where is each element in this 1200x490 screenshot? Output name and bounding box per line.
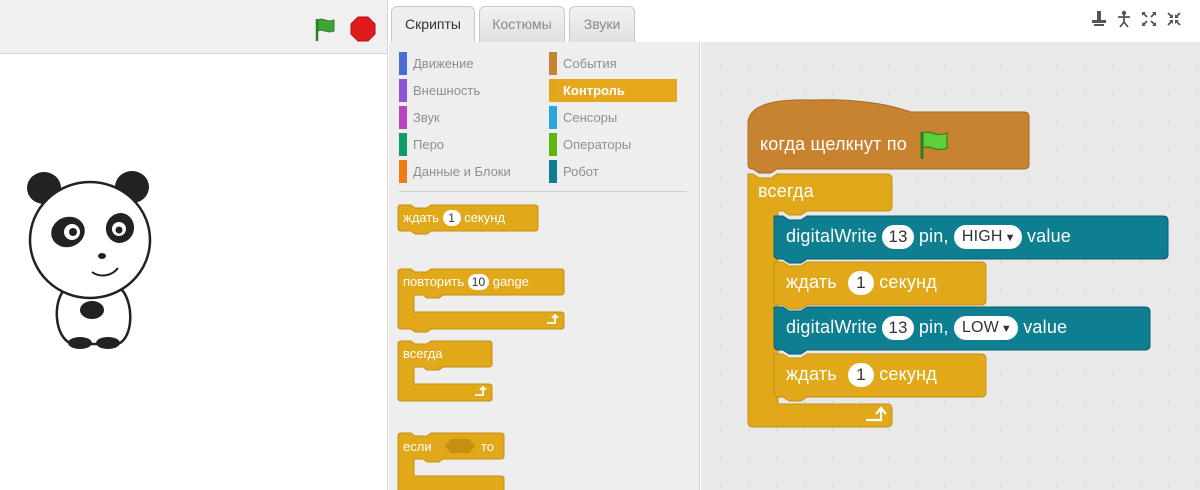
value-label: value bbox=[1026, 225, 1071, 246]
palette-divider bbox=[399, 191, 687, 192]
wait-block[interactable]: ждать 1 секунд bbox=[786, 363, 937, 387]
wait-unit: секунд bbox=[879, 271, 937, 292]
category-control[interactable]: Контроль bbox=[549, 79, 677, 102]
forever-label: всегда bbox=[758, 181, 814, 201]
wait-seconds-input[interactable]: 1 bbox=[442, 210, 461, 226]
wait-seconds-input[interactable]: 1 bbox=[847, 363, 874, 387]
repeat-count-input[interactable]: 10 bbox=[467, 274, 490, 290]
category-looks[interactable]: Внешность bbox=[399, 79, 527, 102]
category-motion[interactable]: Движение bbox=[399, 52, 527, 75]
category-swatch bbox=[399, 106, 407, 129]
category-robot[interactable]: Робот bbox=[549, 160, 677, 183]
category-pen[interactable]: Перо bbox=[399, 133, 527, 156]
delete-icon[interactable] bbox=[1116, 10, 1132, 28]
category-data[interactable]: Данные и Блоки bbox=[399, 160, 527, 183]
category-swatch bbox=[399, 160, 407, 183]
value-label: value bbox=[1023, 316, 1068, 337]
state-value: HIGH bbox=[961, 228, 1003, 245]
green-flag-icon bbox=[920, 131, 948, 159]
category-label: Данные и Блоки bbox=[413, 164, 511, 179]
pin-label: pin, bbox=[918, 225, 949, 246]
block-palette: Движение Внешность Звук Перо Данные и Бл… bbox=[389, 42, 700, 490]
green-flag-icon[interactable] bbox=[312, 16, 338, 42]
shrink-icon[interactable] bbox=[1166, 10, 1182, 28]
digitalwrite-high-block[interactable]: digitalWrite 13 pin, HIGH ▼ value bbox=[786, 225, 1071, 249]
wait-unit: секунд bbox=[464, 210, 506, 225]
category-label: Робот bbox=[563, 164, 599, 179]
repeat-suffix: gange bbox=[492, 274, 529, 289]
stop-icon[interactable] bbox=[350, 16, 376, 42]
category-swatch bbox=[549, 52, 557, 75]
pin-input[interactable]: 13 bbox=[882, 316, 914, 340]
category-label: Звук bbox=[413, 110, 440, 125]
panda-sprite[interactable] bbox=[22, 160, 162, 350]
tab-costumes[interactable]: Костюмы bbox=[479, 6, 565, 42]
palette-block-if-then[interactable]: если то bbox=[397, 432, 507, 490]
if-label: если bbox=[403, 439, 432, 454]
wait-label: ждать bbox=[786, 271, 837, 292]
pin-label: pin, bbox=[918, 316, 949, 337]
category-swatch bbox=[549, 133, 557, 156]
wait-label: ждать bbox=[403, 210, 439, 225]
category-label: Контроль bbox=[563, 83, 625, 98]
forever-block[interactable]: всегда bbox=[758, 181, 814, 202]
duplicate-icon[interactable] bbox=[1091, 10, 1107, 28]
category-sound[interactable]: Звук bbox=[399, 106, 527, 129]
palette-block-forever[interactable]: всегда bbox=[397, 340, 497, 404]
then-label: то bbox=[481, 439, 495, 454]
grow-icon[interactable] bbox=[1141, 10, 1157, 28]
repeat-label: повторить bbox=[403, 274, 465, 289]
pin-input[interactable]: 13 bbox=[882, 225, 914, 249]
script-shapes bbox=[747, 99, 1169, 428]
wait-block[interactable]: ждать 1 секунд bbox=[786, 271, 937, 295]
category-swatch bbox=[399, 79, 407, 102]
category-label: Сенсоры bbox=[563, 110, 618, 125]
tab-scripts[interactable]: Скрипты bbox=[391, 6, 475, 44]
chevron-down-icon: ▼ bbox=[1004, 232, 1016, 244]
stage-header bbox=[0, 0, 388, 54]
category-swatch bbox=[399, 133, 407, 156]
hat-label: когда щелкнут по bbox=[760, 133, 907, 154]
category-label: Внешность bbox=[413, 83, 481, 98]
wait-unit: секунд bbox=[879, 363, 937, 384]
digitalwrite-label: digitalWrite bbox=[786, 316, 878, 337]
script-area[interactable]: когда щелкнут по всегда digitalWrite 13 … bbox=[701, 42, 1200, 490]
palette-block-wait[interactable]: ждать 1 секунд bbox=[397, 204, 539, 238]
category-sensing[interactable]: Сенсоры bbox=[549, 106, 677, 129]
tab-sounds[interactable]: Звуки bbox=[569, 6, 635, 42]
category-events[interactable]: События bbox=[549, 52, 677, 75]
editor-tabs: Скрипты Костюмы Звуки bbox=[389, 0, 1200, 44]
digitalwrite-label: digitalWrite bbox=[786, 225, 878, 246]
category-label: Операторы bbox=[563, 137, 632, 152]
palette-block-repeat[interactable]: повторить 10 gange bbox=[397, 268, 573, 334]
category-label: События bbox=[563, 56, 617, 71]
category-swatch bbox=[549, 160, 557, 183]
wait-seconds-input[interactable]: 1 bbox=[847, 271, 874, 295]
category-swatch bbox=[549, 79, 557, 102]
sprite-tools bbox=[1091, 10, 1182, 30]
category-swatch bbox=[549, 106, 557, 129]
category-operators[interactable]: Операторы bbox=[549, 133, 677, 156]
digitalwrite-low-block[interactable]: digitalWrite 13 pin, LOW ▼ value bbox=[786, 316, 1067, 340]
category-label: Движение bbox=[413, 56, 474, 71]
state-dropdown[interactable]: LOW ▼ bbox=[953, 316, 1018, 340]
forever-label: всегда bbox=[403, 346, 443, 361]
state-dropdown[interactable]: HIGH ▼ bbox=[953, 225, 1022, 249]
wait-label: ждать bbox=[786, 363, 837, 384]
state-value: LOW bbox=[961, 319, 999, 336]
hat-block-when-flag-clicked[interactable]: когда щелкнут по bbox=[760, 130, 952, 160]
stage[interactable] bbox=[0, 55, 388, 490]
chevron-down-icon: ▼ bbox=[1000, 323, 1012, 335]
category-label: Перо bbox=[413, 137, 445, 152]
category-swatch bbox=[399, 52, 407, 75]
